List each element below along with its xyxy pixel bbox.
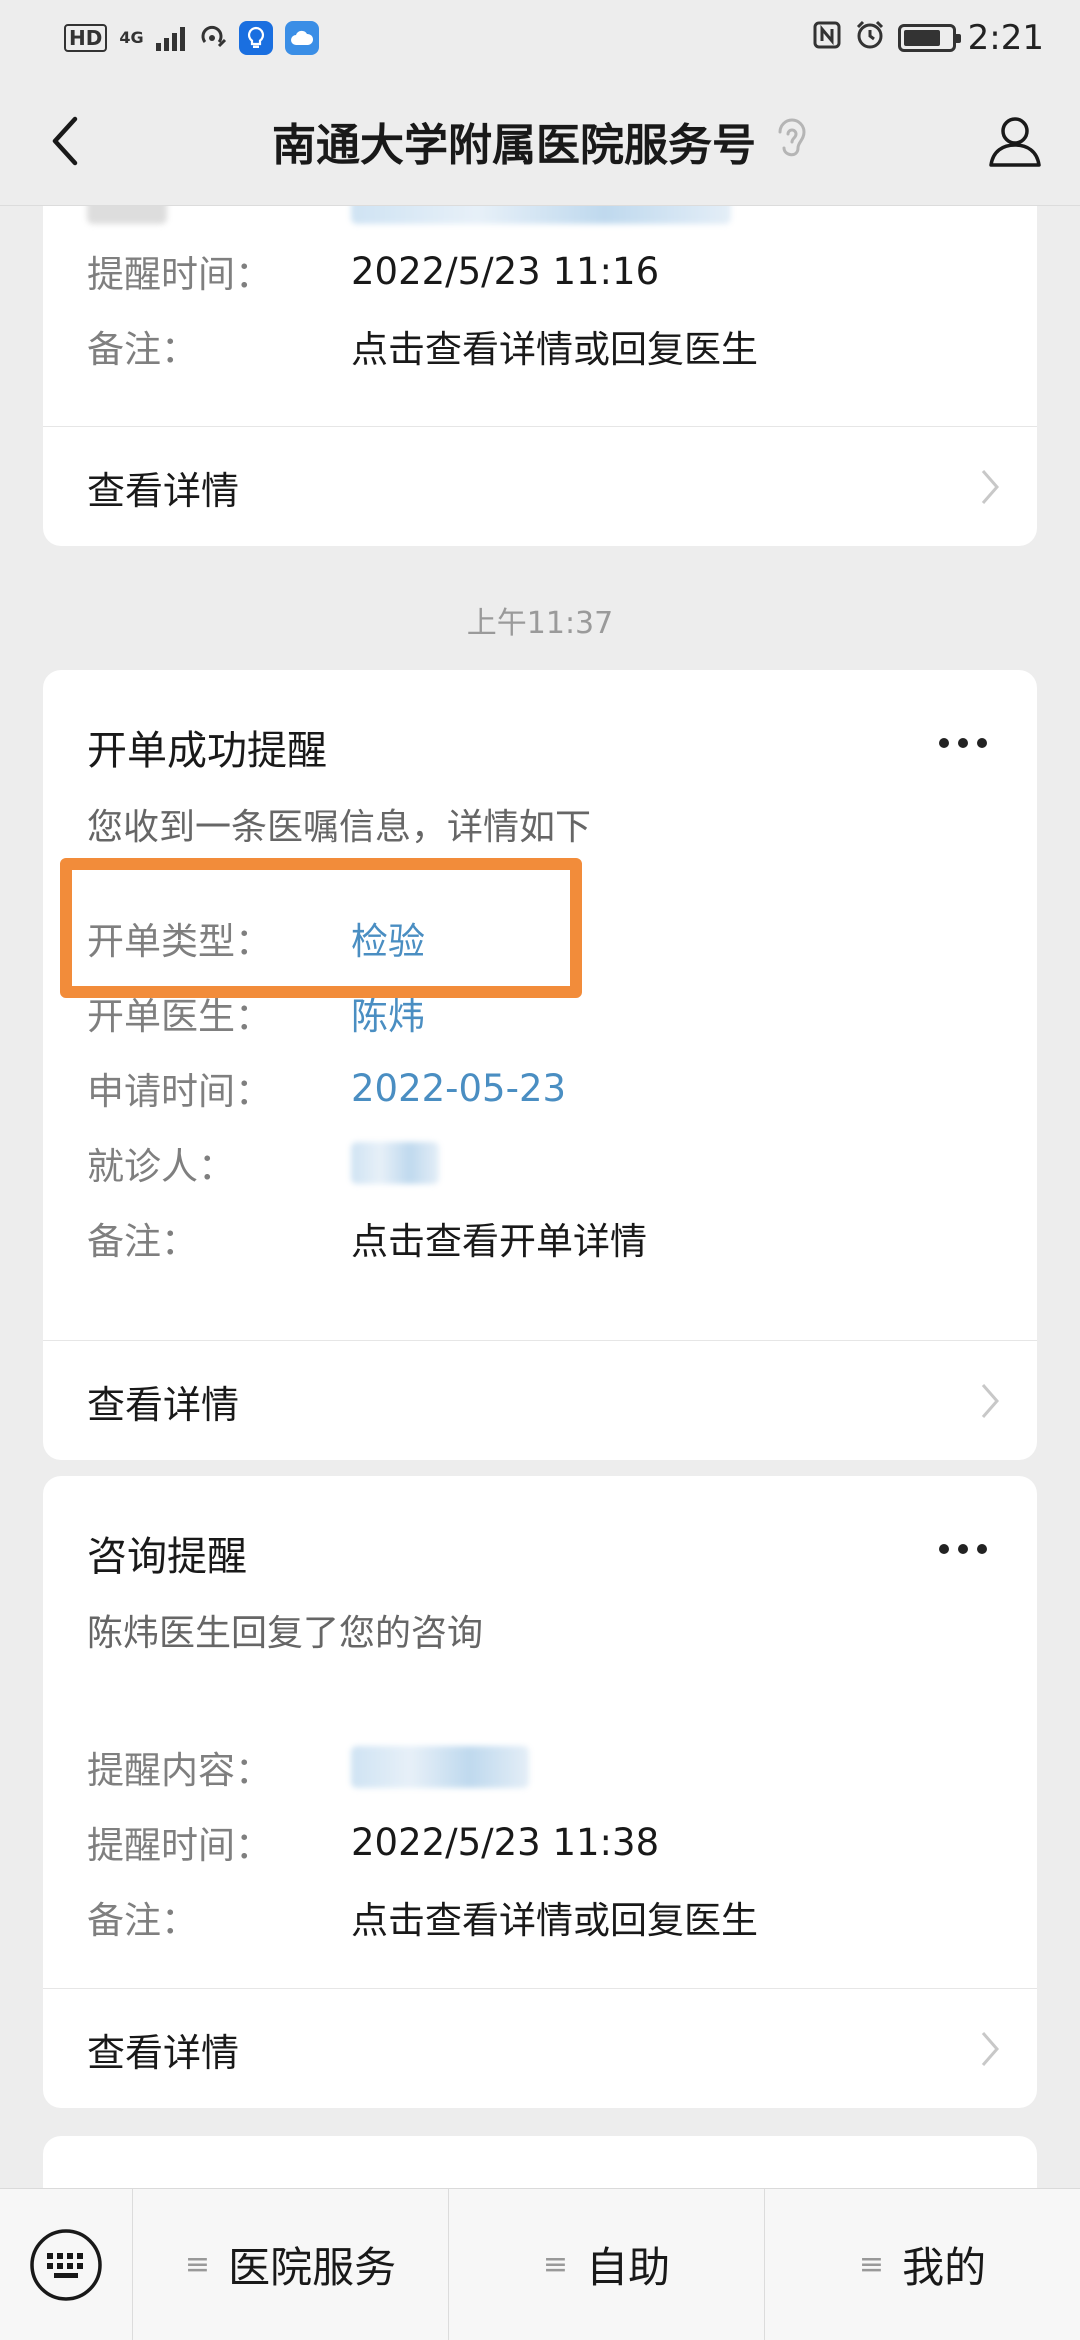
menu-list-icon: ≡ [858,2247,885,2282]
bottom-menu: ≡ 医院服务 ≡ 自助 ≡ 我的 [0,2188,1080,2340]
cut-off-text [87,206,167,224]
consult-reminder-card: 咨询提醒 陈炜医生回复了您的咨询 提醒内容： 提醒时间： 2022/5/23 1… [43,1476,1037,2108]
keyboard-toggle-button[interactable] [0,2189,132,2340]
row-value: 点击查看详情或回复医生 [351,1899,758,1942]
row-label: 申请时间： [87,1070,272,1113]
row-value: 点击查看详情或回复医生 [351,328,758,371]
back-arrow-icon [52,116,78,166]
note-row: 备注： 点击查看详情或回复医生 [87,1892,758,1942]
row-label: 备注： [87,1220,198,1263]
card-subtitle: 您收到一条医嘱信息，详情如下 [87,807,592,848]
menu-self-service[interactable]: ≡ 自助 [448,2189,764,2340]
menu-list-icon: ≡ [184,2247,211,2282]
patient-row: 就诊人： [87,1138,439,1188]
next-card [43,2136,1037,2188]
page-title: 南通大学附属医院服务号 [272,119,756,171]
status-left: HD 4G [64,20,319,57]
remind-time-row: 提醒时间： 2022/5/23 11:16 [87,246,660,297]
row-value: 2022/5/23 11:38 [351,1820,660,1864]
chevron-right-icon [981,2032,999,2066]
row-label: 就诊人： [87,1145,235,1188]
cut-off-text [351,206,731,224]
apply-time-row: 申请时间： 2022-05-23 [87,1063,567,1114]
row-label: 备注： [87,1899,198,1942]
view-details-button[interactable]: 查看详情 [43,1989,1037,2108]
row-label: 提醒内容： [87,1749,272,1792]
battery-fill [903,30,941,46]
view-details-button[interactable]: 查看详情 [43,1341,1037,1460]
menu-list-icon: ≡ [542,2247,569,2282]
nfc-icon [812,20,842,57]
row-value: 点击查看开单详情 [351,1220,647,1263]
menu-label: 自助 [586,2243,671,2292]
more-icon[interactable] [939,738,987,748]
status-right: 2:21 [812,18,1044,58]
hotspot-icon [197,20,227,57]
note-row: 备注： 点击查看开单详情 [87,1213,647,1263]
more-icon[interactable] [939,1544,987,1554]
order-type-row: 开单类型： 检验 [87,913,425,963]
row-label: 开单医生： [87,995,272,1038]
row-label: 开单类型： [87,920,272,963]
row-value: 陈炜 [351,995,425,1038]
row-value: 检验 [351,920,425,963]
remind-content-row: 提醒内容： [87,1742,529,1792]
reminder-card: 提醒时间： 2022/5/23 11:16 备注： 点击查看详情或回复医生 查看… [43,206,1037,546]
view-details-label: 查看详情 [87,2030,240,2075]
row-value: 2022/5/23 11:16 [351,249,660,293]
row-value: 2022-05-23 [351,1066,567,1110]
view-details-button[interactable]: 查看详情 [43,427,1037,546]
row-label: 提醒时间： [87,1824,272,1867]
remind-time-row: 提醒时间： 2022/5/23 11:38 [87,1817,660,1868]
menu-mine[interactable]: ≡ 我的 [764,2189,1080,2340]
row-label: 备注： [87,328,198,371]
card-subtitle: 陈炜医生回复了您的咨询 [87,1613,484,1654]
menu-label: 医院服务 [228,2243,397,2292]
redacted-content [351,1746,529,1788]
battery-icon [897,24,961,52]
chevron-right-icon [981,470,999,504]
alarm-icon [854,19,886,58]
signal-icon [155,25,185,51]
doctor-row: 开单医生： 陈炜 [87,988,425,1038]
nav-title-group: 南通大学附属医院服务号 [272,109,808,173]
redacted-patient-name [351,1142,439,1184]
order-success-card: 开单成功提醒 您收到一条医嘱信息，详情如下 开单类型： 检验 开单医生： 陈炜 … [43,670,1037,1460]
menu-hospital-services[interactable]: ≡ 医院服务 [132,2189,448,2340]
card-title: 咨询提醒 [87,1534,247,1580]
note-row: 备注： 点击查看详情或回复医生 [87,321,758,371]
ear-icon [776,118,808,164]
bulb-app-icon [238,21,273,55]
status-bar: HD 4G 2:21 [0,0,1080,76]
message-list[interactable]: 提醒时间： 2022/5/23 11:16 备注： 点击查看详情或回复医生 查看… [0,206,1080,2188]
profile-button[interactable] [980,106,1050,176]
person-icon [989,117,1041,167]
nav-bar: 南通大学附属医院服务号 [0,76,1080,206]
cut-off-row [87,206,731,236]
cloud-app-icon [284,21,319,55]
menu-label: 我的 [902,2243,987,2292]
keyboard-icon [30,2228,102,2301]
message-timestamp: 上午11:37 [466,606,614,641]
network-type: 4G [119,28,144,47]
chevron-right-icon [981,1384,999,1418]
clock: 2:21 [967,18,1044,58]
row-label: 提醒时间： [87,253,272,296]
card-title: 开单成功提醒 [87,728,327,774]
back-button[interactable] [30,106,100,176]
view-details-label: 查看详情 [87,468,240,513]
hd-icon: HD [64,24,108,52]
view-details-label: 查看详情 [87,1382,240,1427]
